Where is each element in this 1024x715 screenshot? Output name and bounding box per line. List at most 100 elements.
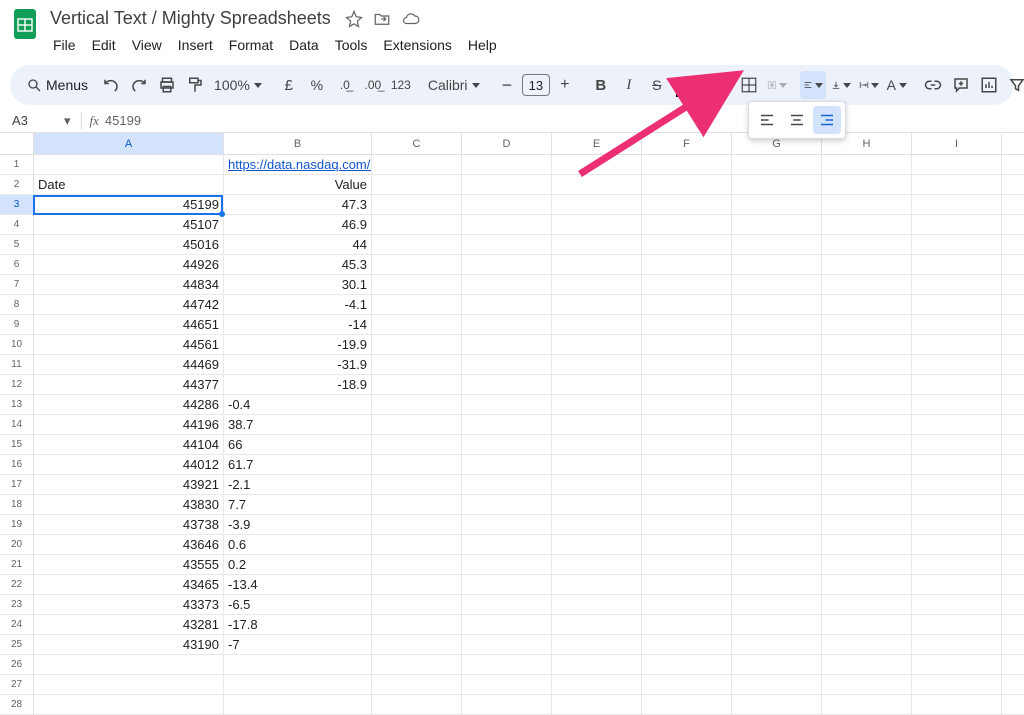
cell-G22[interactable] (732, 575, 822, 594)
cell-B1[interactable]: https://data.nasdaq.com/ap (224, 155, 372, 174)
cell-B6[interactable]: 45.3 (224, 255, 372, 274)
cell-H24[interactable] (822, 615, 912, 634)
cell-A7[interactable]: 44834 (34, 275, 224, 294)
cell-A2[interactable]: Date (34, 175, 224, 194)
cell-C20[interactable] (372, 535, 462, 554)
cell-F1[interactable] (642, 155, 732, 174)
cell-H16[interactable] (822, 455, 912, 474)
cell-F14[interactable] (642, 415, 732, 434)
cell-I28[interactable] (912, 695, 1002, 714)
cell-F18[interactable] (642, 495, 732, 514)
cell-C10[interactable] (372, 335, 462, 354)
cell-B26[interactable] (224, 655, 372, 674)
cell-I8[interactable] (912, 295, 1002, 314)
cells-area[interactable]: https://data.nasdaq.com/apDateValue45199… (34, 155, 1024, 715)
cell-H27[interactable] (822, 675, 912, 694)
cell-G24[interactable] (732, 615, 822, 634)
cell-C16[interactable] (372, 455, 462, 474)
text-wrap-button[interactable] (856, 71, 882, 99)
cell-A10[interactable]: 44561 (34, 335, 224, 354)
row-header-21[interactable]: 21 (0, 555, 34, 575)
cell-C11[interactable] (372, 355, 462, 374)
menu-format[interactable]: Format (222, 33, 280, 57)
cell-I3[interactable] (912, 195, 1002, 214)
cell-C18[interactable] (372, 495, 462, 514)
cell-G2[interactable] (732, 175, 822, 194)
row-header-10[interactable]: 10 (0, 335, 34, 355)
cell-F17[interactable] (642, 475, 732, 494)
cell-A8[interactable]: 44742 (34, 295, 224, 314)
cell-H15[interactable] (822, 435, 912, 454)
cell-G6[interactable] (732, 255, 822, 274)
cell-C3[interactable] (372, 195, 462, 214)
cell-F23[interactable] (642, 595, 732, 614)
cell-F20[interactable] (642, 535, 732, 554)
strikethrough-button[interactable]: S (644, 71, 670, 99)
search-menus-button[interactable]: Menus (22, 77, 96, 93)
cell-F28[interactable] (642, 695, 732, 714)
row-header-22[interactable]: 22 (0, 575, 34, 595)
cell-E4[interactable] (552, 215, 642, 234)
cell-G28[interactable] (732, 695, 822, 714)
row-header-18[interactable]: 18 (0, 495, 34, 515)
cell-B8[interactable]: -4.1 (224, 295, 372, 314)
cell-B13[interactable]: -0.4 (224, 395, 372, 414)
cell-A18[interactable]: 43830 (34, 495, 224, 514)
cell-H9[interactable] (822, 315, 912, 334)
cell-C5[interactable] (372, 235, 462, 254)
cell-E10[interactable] (552, 335, 642, 354)
row-header-5[interactable]: 5 (0, 235, 34, 255)
font-dropdown[interactable]: Calibri (424, 77, 484, 93)
cell-F9[interactable] (642, 315, 732, 334)
cell-C22[interactable] (372, 575, 462, 594)
decrease-decimal-button[interactable]: .0̲ (332, 71, 358, 99)
insert-link-button[interactable] (920, 71, 946, 99)
cell-I4[interactable] (912, 215, 1002, 234)
font-size-increase-button[interactable]: + (552, 71, 578, 99)
cell-A3[interactable]: 45199 (34, 195, 224, 214)
cell-A25[interactable]: 43190 (34, 635, 224, 654)
cell-A22[interactable]: 43465 (34, 575, 224, 594)
cell-G1[interactable] (732, 155, 822, 174)
cell-E14[interactable] (552, 415, 642, 434)
cell-H3[interactable] (822, 195, 912, 214)
cell-B5[interactable]: 44 (224, 235, 372, 254)
cell-G17[interactable] (732, 475, 822, 494)
cell-D11[interactable] (462, 355, 552, 374)
cell-C8[interactable] (372, 295, 462, 314)
cell-F16[interactable] (642, 455, 732, 474)
cell-A26[interactable] (34, 655, 224, 674)
cell-A12[interactable]: 44377 (34, 375, 224, 394)
cell-D15[interactable] (462, 435, 552, 454)
cell-A14[interactable]: 44196 (34, 415, 224, 434)
cell-E9[interactable] (552, 315, 642, 334)
cell-D14[interactable] (462, 415, 552, 434)
cell-E12[interactable] (552, 375, 642, 394)
cell-I24[interactable] (912, 615, 1002, 634)
cell-D4[interactable] (462, 215, 552, 234)
cell-A13[interactable]: 44286 (34, 395, 224, 414)
cell-D22[interactable] (462, 575, 552, 594)
cell-F21[interactable] (642, 555, 732, 574)
cell-D12[interactable] (462, 375, 552, 394)
row-header-17[interactable]: 17 (0, 475, 34, 495)
cell-B19[interactable]: -3.9 (224, 515, 372, 534)
cell-D17[interactable] (462, 475, 552, 494)
more-formats-button[interactable]: 123 (388, 71, 414, 99)
cell-D28[interactable] (462, 695, 552, 714)
column-header-B[interactable]: B (224, 133, 372, 154)
cell-I12[interactable] (912, 375, 1002, 394)
cell-B4[interactable]: 46.9 (224, 215, 372, 234)
cell-B24[interactable]: -17.8 (224, 615, 372, 634)
cell-B23[interactable]: -6.5 (224, 595, 372, 614)
cell-E19[interactable] (552, 515, 642, 534)
vertical-align-button[interactable] (828, 71, 854, 99)
row-header-12[interactable]: 12 (0, 375, 34, 395)
star-icon[interactable] (345, 10, 363, 28)
undo-button[interactable] (98, 71, 124, 99)
cell-A24[interactable]: 43281 (34, 615, 224, 634)
cell-H18[interactable] (822, 495, 912, 514)
currency-button[interactable]: £ (276, 71, 302, 99)
cell-H13[interactable] (822, 395, 912, 414)
column-header-C[interactable]: C (372, 133, 462, 154)
